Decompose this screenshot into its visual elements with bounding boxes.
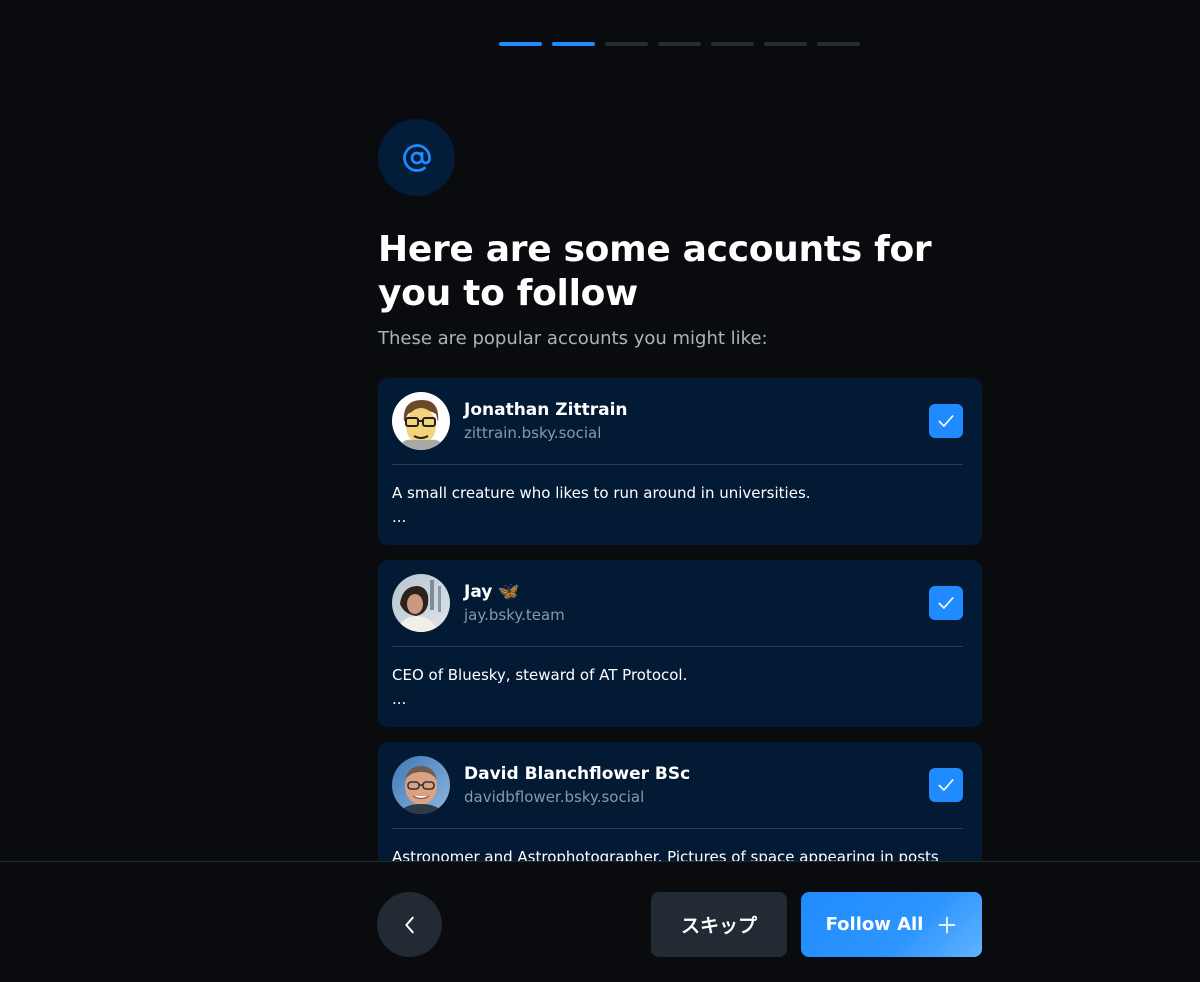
selected-checkbox[interactable] (929, 586, 963, 620)
account-name: Jonathan Zittrain (464, 400, 628, 420)
follow-all-button[interactable]: Follow All (801, 892, 982, 957)
account-card[interactable]: Jay 🦋 jay.bsky.team CEO of Bluesky, stew… (378, 560, 982, 727)
chevron-left-icon (404, 916, 414, 933)
account-handle: davidbflower.bsky.social (464, 788, 645, 806)
bio-ellipsis: ... (392, 508, 407, 526)
skip-button-label: スキップ (680, 915, 757, 937)
onboarding-screen: Here are some accounts for you to follow… (0, 0, 1200, 982)
progress-indicator (499, 42, 860, 46)
progress-step (764, 42, 807, 46)
avatar (392, 574, 450, 632)
footer-bar: スキップ Follow All (0, 861, 1200, 982)
divider (392, 646, 963, 647)
page-subtitle: These are popular accounts you might lik… (378, 328, 768, 349)
follow-all-label: Follow All (825, 914, 924, 935)
at-sign-icon-badge (378, 119, 455, 196)
account-bio: CEO of Bluesky, steward of AT Protocol. (392, 666, 688, 684)
cartoon-avatar-icon (392, 392, 450, 450)
checkmark-icon (938, 597, 954, 609)
account-card[interactable]: Jonathan Zittrain zittrain.bsky.social A… (378, 378, 982, 545)
account-bio: A small creature who likes to run around… (392, 484, 811, 502)
checkmark-icon (938, 779, 954, 791)
photo-avatar-icon (392, 574, 450, 632)
progress-step (817, 42, 860, 46)
checkmark-icon (938, 415, 954, 427)
divider (392, 828, 963, 829)
selected-checkbox[interactable] (929, 768, 963, 802)
selected-checkbox[interactable] (929, 404, 963, 438)
progress-step (711, 42, 754, 46)
bio-ellipsis: ... (392, 690, 407, 708)
back-button[interactable] (377, 892, 442, 957)
avatar (392, 392, 450, 450)
photo-avatar-icon (392, 756, 450, 814)
account-name: David Blanchflower BSc (464, 764, 691, 784)
progress-step (552, 42, 595, 46)
skip-button[interactable]: スキップ (651, 892, 787, 957)
avatar (392, 756, 450, 814)
page-title: Here are some accounts for you to follow (378, 229, 932, 314)
at-sign-icon (402, 143, 431, 172)
progress-step (605, 42, 648, 46)
account-handle: zittrain.bsky.social (464, 424, 602, 442)
plus-icon (939, 916, 956, 933)
account-handle: jay.bsky.team (464, 606, 565, 624)
divider (392, 464, 963, 465)
account-name: Jay 🦋 (464, 582, 520, 602)
progress-step (499, 42, 542, 46)
progress-step (658, 42, 701, 46)
